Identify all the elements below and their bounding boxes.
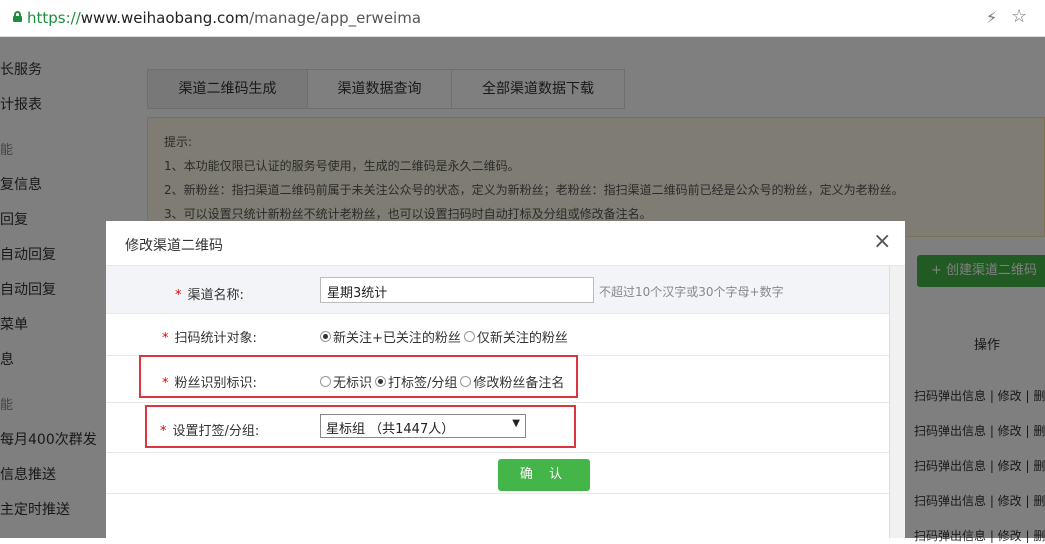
url-scheme: https:// — [27, 9, 81, 27]
radio-label: 仅新关注的粉丝 — [476, 331, 568, 346]
form-row-channel-name: * 渠道名称: 星期3统计 不超过10个汉字或30个字母+数字 — [106, 266, 889, 314]
lightning-icon[interactable]: ⚡︎ — [986, 8, 997, 27]
radio-all-fans[interactable] — [320, 331, 331, 342]
channel-name-input[interactable]: 星期3统计 — [320, 277, 594, 303]
address-bar[interactable]: https://www.weihaobang.com/manage/app_er… — [0, 0, 1045, 37]
form-row-scan-target: * 扫码统计对象: 新关注+已关注的粉丝 仅新关注的粉丝 — [106, 314, 889, 356]
form-area: * 渠道名称: 星期3统计 不超过10个汉字或30个字母+数字 * 扫码统计对象: … — [106, 266, 889, 538]
scan-target-label: * 扫码统计对象: — [162, 331, 257, 346]
required-mark: * — [162, 331, 169, 346]
highlight-box-fan-identifier — [139, 355, 578, 398]
modal-header: 修改渠道二维码 × — [106, 221, 905, 266]
url-text[interactable]: https://www.weihaobang.com/manage/app_er… — [27, 9, 421, 27]
star-icon[interactable]: ☆ — [1011, 6, 1027, 27]
close-icon[interactable]: × — [873, 231, 891, 253]
radio-new-fans-only[interactable] — [463, 331, 475, 342]
confirm-button[interactable]: 确 认 — [498, 459, 590, 491]
url-host: www.weihaobang.com — [80, 9, 250, 27]
channel-name-label: * 渠道名称: — [175, 288, 244, 303]
lock-icon — [13, 11, 22, 22]
channel-name-hint: 不超过10个汉字或30个字母+数字 — [599, 285, 784, 299]
modal-scrollbar[interactable] — [889, 266, 905, 538]
url-path: /manage/app_erweima — [249, 9, 422, 27]
required-mark: * — [175, 288, 182, 303]
radio-label: 新关注+已关注的粉丝 — [333, 331, 461, 346]
scan-target-radio-group: 新关注+已关注的粉丝 仅新关注的粉丝 — [320, 327, 571, 346]
highlight-box-tag-group — [145, 405, 576, 448]
modal-title: 修改渠道二维码 — [125, 238, 223, 254]
